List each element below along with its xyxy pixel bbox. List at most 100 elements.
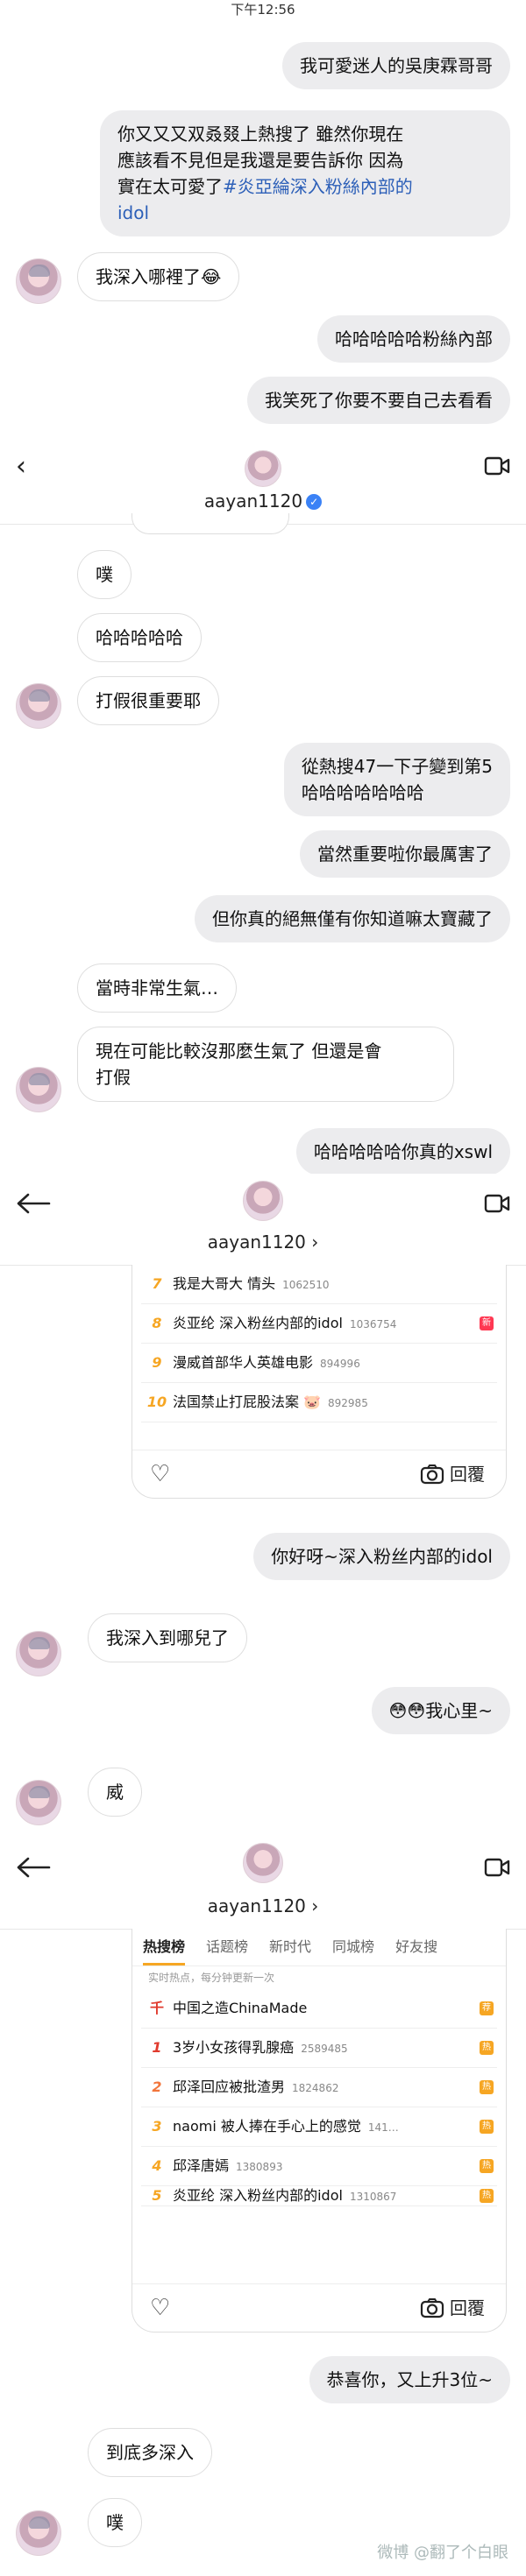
avatar[interactable] — [16, 1067, 61, 1112]
video-camera-icon[interactable] — [484, 1857, 510, 1878]
heart-icon[interactable]: ♡ — [150, 2297, 170, 2319]
message-text: 當時非常生氣… — [96, 977, 218, 999]
hot-badge: 热 — [480, 2041, 494, 2055]
camera-icon — [420, 1464, 444, 1485]
avatar[interactable] — [16, 683, 61, 729]
message-bubble-sent: 你好呀~深入粉丝内部的idol — [253, 1533, 510, 1580]
message-bubble-received: 威 — [88, 1768, 142, 1817]
chat-header: ‹ aayan1120 ✓ — [0, 436, 526, 525]
tab-friends[interactable]: 好友搜 — [395, 1929, 437, 1966]
message-text-line: 你又又又双叒叕上熱搜了 雖然你現在 — [117, 124, 404, 145]
message-bubble-received-partial — [132, 513, 289, 534]
header-avatar[interactable] — [243, 1843, 283, 1883]
message-text: 打假很重要耶 — [96, 690, 201, 711]
avatar[interactable] — [16, 2510, 61, 2556]
tab-topics[interactable]: 话题榜 — [206, 1929, 248, 1966]
hot-search-row[interactable]: 4 邱泽唐嫣 1380893 热 — [141, 2147, 497, 2186]
message-bubble-received: 現在可能比較沒那麼生氣了 但還是會 打假 — [77, 1027, 454, 1102]
message-text: 我深入到哪兒了 — [106, 1627, 229, 1648]
hot-search-row[interactable]: 9 漫威首部华人英雄电影 894996 — [141, 1344, 497, 1383]
hot-search-row[interactable]: 5 炎亚纶 深入粉丝内部的idol 1310867 热 — [141, 2186, 497, 2206]
header-username[interactable]: aayan1120 ✓ — [0, 490, 526, 512]
hot-search-row[interactable]: 2 邱泽回应被批渣男 1824862 热 — [141, 2068, 497, 2107]
video-camera-icon[interactable] — [484, 455, 510, 476]
hot-search-list: 7 我是大哥大 情头 1062510 8 炎亚纶 深入粉丝内部的idol 1036754… — [141, 1265, 497, 1422]
hot-search-row[interactable]: 7 我是大哥大 情头 1062510 — [141, 1265, 497, 1304]
message-bubble-sent: 哈哈哈哈哈粉絲內部 — [317, 315, 510, 363]
hot-search-row[interactable]: 8 炎亚纶 深入粉丝内部的idol 1036754 新 — [141, 1304, 497, 1344]
tab-new-era[interactable]: 新时代 — [269, 1929, 311, 1966]
header-avatar[interactable] — [245, 450, 281, 487]
watermark-text: 微博 @翻了个白眼 — [377, 2544, 508, 2562]
update-notice: 实时热点，每分钟更新一次 — [148, 1972, 275, 1984]
verified-badge-icon: ✓ — [306, 494, 323, 510]
hashtag-link[interactable]: idol — [117, 200, 493, 226]
tab-local[interactable]: 同城榜 — [332, 1929, 374, 1966]
message-text: 你好呀~深入粉丝内部的idol — [271, 1546, 493, 1567]
message-bubble-received: 當時非常生氣… — [77, 963, 237, 1013]
message-text-line: 應該看不見但是我還是要告訴你 因為 — [117, 150, 404, 171]
header-username[interactable]: aayan1120 › — [0, 1232, 526, 1253]
message-bubble-sent: 😳😳我心里~ — [371, 1687, 510, 1734]
message-bubble-received: 我深入到哪兒了 — [88, 1613, 247, 1662]
message-bubble-sent: 我笑死了你要不要自己去看看 — [247, 377, 510, 424]
message-bubble-received: 噗 — [77, 550, 132, 599]
hot-search-row[interactable]: 3 naomi 被人捧在手心上的感觉 141… 热 — [141, 2107, 497, 2147]
message-bubble-sent: 從熱搜47一下子變到第5 哈哈哈哈哈哈哈 — [283, 743, 510, 816]
back-arrow-icon[interactable] — [16, 1193, 51, 1214]
heart-icon[interactable]: ♡ — [150, 1463, 170, 1486]
message-text: 😳😳我心里~ — [388, 1700, 493, 1721]
chat-header: aayan1120 › — [0, 1174, 526, 1266]
avatar[interactable] — [16, 1780, 61, 1825]
hot-search-list: 千中国之造ChinaMade 荐 1 3岁小女孩得乳腺癌 2589485 热 2 邱泽回应… — [141, 1989, 497, 2206]
reply-button[interactable]: 回覆 — [420, 1463, 485, 1486]
status-bar-time: 下午12:56 — [231, 2, 295, 18]
message-bubble-received: 我深入哪裡了😂 — [77, 252, 240, 301]
hot-badge: 热 — [480, 2120, 494, 2134]
tab-hot-search[interactable]: 热搜榜 — [143, 1931, 186, 1966]
message-text: 威 — [106, 1782, 124, 1803]
shared-post-card[interactable]: 7 我是大哥大 情头 1062510 8 炎亚纶 深入粉丝内部的idol 1036754… — [132, 1265, 507, 1499]
back-arrow-icon[interactable] — [16, 1857, 51, 1878]
header-avatar[interactable] — [243, 1181, 283, 1221]
back-chevron-icon[interactable]: ‹ — [16, 454, 26, 480]
message-text-line: 從熱搜47一下子變到第5 — [301, 756, 493, 777]
hot-search-tabs: 热搜榜 话题榜 新时代 同城榜 好友搜 — [132, 1929, 506, 1966]
card-footer: ♡ 回覆 — [132, 2283, 506, 2332]
message-text: 噗 — [106, 2512, 124, 2533]
message-text-line: 實在太可愛了#炎亞綸深入粉絲內部的 — [117, 176, 413, 197]
message-text-line: 打假 — [96, 1067, 131, 1088]
hot-badge: 热 — [480, 2159, 494, 2173]
message-text: 但你真的絕無僅有你知道嘛太寶藏了 — [212, 908, 493, 929]
hot-badge: 热 — [480, 2080, 494, 2094]
message-text: 到底多深入 — [106, 2442, 194, 2463]
message-text: 哈哈哈哈哈 — [96, 627, 183, 648]
hot-search-row[interactable]: 千中国之造ChinaMade 荐 — [141, 1989, 497, 2029]
message-text: 哈哈哈哈哈你真的xswl — [313, 1141, 493, 1162]
message-bubble-sent: 哈哈哈哈哈你真的xswl — [295, 1128, 510, 1175]
message-bubble-received: 噗 — [88, 2498, 142, 2547]
message-bubble-received: 哈哈哈哈哈 — [77, 613, 202, 662]
new-badge: 新 — [480, 1316, 494, 1330]
recommend-badge: 荐 — [480, 2001, 494, 2015]
avatar[interactable] — [16, 1631, 61, 1676]
message-text: 我深入哪裡了😂 — [96, 266, 222, 287]
message-text: 我可愛迷人的吳庚霖哥哥 — [300, 55, 493, 76]
message-bubble-received: 打假很重要耶 — [77, 676, 219, 725]
reply-button[interactable]: 回覆 — [420, 2297, 485, 2319]
video-camera-icon[interactable] — [484, 1193, 510, 1214]
message-text: 我笑死了你要不要自己去看看 — [265, 390, 493, 411]
message-text: 噗 — [96, 564, 113, 585]
header-username[interactable]: aayan1120 › — [0, 1895, 526, 1916]
shared-post-card[interactable]: 热搜榜 话题榜 新时代 同城榜 好友搜 实时热点，每分钟更新一次 千中国之造ChinaM… — [132, 1929, 507, 2333]
message-text-line: 哈哈哈哈哈哈哈 — [301, 782, 424, 803]
avatar[interactable] — [16, 258, 61, 304]
message-bubble-sent: 你又又又双叒叕上熱搜了 雖然你現在 應該看不見但是我還是要告訴你 因為 實在太可… — [100, 110, 510, 236]
hot-search-row[interactable]: 10 法国禁止打屁股法案 🐷 892985 — [141, 1383, 497, 1422]
message-text: 當然重要啦你最厲害了 — [317, 843, 493, 865]
chat-screenshot-collage: 下午12:56 我可愛迷人的吳庚霖哥哥 你又又又双叒叕上熱搜了 雖然你現在 應該… — [0, 0, 526, 2576]
hot-search-row[interactable]: 1 3岁小女孩得乳腺癌 2589485 热 — [141, 2029, 497, 2068]
chat-header: aayan1120 › — [0, 1834, 526, 1930]
hashtag-link[interactable]: #炎亞綸深入粉絲內部的 — [223, 176, 413, 197]
message-bubble-sent: 當然重要啦你最厲害了 — [300, 830, 510, 878]
